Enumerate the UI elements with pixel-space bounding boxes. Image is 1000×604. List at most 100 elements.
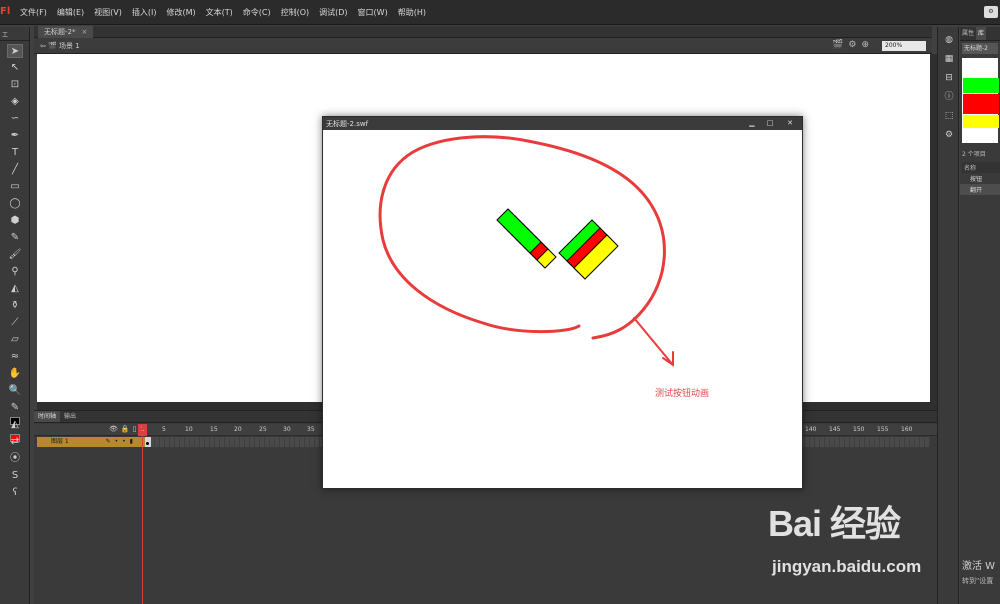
library-column-name[interactable]: 名称 [962,162,1000,173]
toolbox: 工 ➤ ↖ ⊡ ◈ ∽ ✒ T ╱ ▭ ◯ ⬢ ✎ 🖌 ⚲ ◭ ⚱ ⟋ ▱ ≈ … [0,27,30,604]
3d-rotation-tool-icon[interactable]: ◈ [7,95,23,109]
swf-canvas [378,135,674,367]
activation-notice: 激活 W [962,561,996,572]
layer-row[interactable]: 图层 1 ✎••▮ [37,437,145,447]
document-tab[interactable]: 无标题-2* × [38,26,94,38]
menu-file[interactable]: 文件(F) [20,7,47,18]
vertical-scrollbar[interactable] [930,54,937,410]
bone-tool-icon[interactable]: ⚲ [7,265,23,279]
library-document-select[interactable]: 无标题-2 [962,43,998,54]
pen-tool-icon[interactable]: ✒ [7,129,23,143]
baidu-watermark: Bai 经验 jingyan.baidu.com [768,495,948,595]
workspace-switch-icon[interactable]: ⚙ [984,6,998,18]
activation-hint: 转到"设置 [962,577,994,585]
menu-window[interactable]: 窗口(W) [358,7,388,18]
document-tab-label: 无标题-2* [44,28,76,36]
ink-bottle-tool-icon[interactable]: ⚱ [7,299,23,313]
width-tool-icon[interactable]: ≈ [7,350,23,364]
frame-number: 5 [162,426,166,433]
swf-title-bar[interactable]: 无标题-2.swf ▁ □ ✕ [323,117,802,130]
menu-view[interactable]: 视图(V) [94,7,122,18]
left-button-shape[interactable] [496,208,557,269]
flash-logo: Fl [0,6,11,17]
frame-number: 140 [805,426,817,433]
baidu-url: jingyan.baidu.com [772,557,922,576]
center-stage-icon[interactable]: ⊕ [861,40,874,50]
eyedropper-tool-icon[interactable]: ⟋ [7,316,23,330]
document-tabs: 无标题-2* × [34,26,932,38]
free-transform-tool-icon[interactable]: ⊡ [7,78,23,92]
info-panel-icon[interactable]: ⓘ [942,91,956,103]
menu-commands[interactable]: 命令(C) [243,7,271,18]
annotation-label: 测试按钮动画 [655,389,710,399]
preview-yellow-bar [963,115,999,128]
library-panel: 属性 库 无标题-2 2 个项目 名称 按钮 翻开 [960,27,1000,604]
edit-symbol-icon[interactable]: ⚙ [848,40,861,50]
close-icon[interactable]: × [81,28,87,36]
rectangle-tool-icon[interactable]: ▭ [7,180,23,194]
library-tabs: 属性 库 [960,27,1000,41]
maximize-button[interactable]: □ [764,118,776,128]
menu-help[interactable]: 帮助(H) [398,7,426,18]
tab-output[interactable]: 输出 [60,411,80,422]
frame-number: 25 [259,426,267,433]
pencil-tool-icon[interactable]: ✎ [7,231,23,245]
zoom-select[interactable]: 200% [882,41,926,51]
minimize-button[interactable]: ▁ [746,118,758,128]
menu-edit[interactable]: 编辑(E) [57,7,84,18]
polystar-tool-icon[interactable]: ⬢ [7,214,23,228]
lasso-tool-icon[interactable]: ∽ [7,112,23,126]
hand-tool-icon[interactable]: ✋ [7,367,23,381]
menu-text[interactable]: 文本(T) [206,7,233,18]
edit-bar: ⇦ 🎬 场景 1 🎬⚙⊕ 200% [34,38,932,54]
close-button[interactable]: ✕ [784,118,796,128]
stroke-color-icon[interactable]: ✎ [7,401,23,425]
annotation-arrow [633,317,674,367]
transform-panel-icon[interactable]: ⬚ [942,110,956,122]
library-item[interactable]: 按钮 [960,173,1000,184]
snap-magnet-icon[interactable]: ⦿ [7,452,23,466]
frame-number: 160 [901,426,913,433]
subselection-tool-icon[interactable]: ↖ [7,61,23,75]
swf-content [323,130,802,488]
straighten-icon[interactable]: ʕ [7,486,23,500]
menu-bar: Fl 文件(F) 编辑(E) 视图(V) 插入(I) 修改(M) 文本(T) 命… [0,0,1000,25]
library-preview [962,58,999,143]
color-panel-icon[interactable]: ◍ [942,34,956,46]
menu-insert[interactable]: 插入(I) [132,7,157,18]
line-tool-icon[interactable]: ╱ [7,163,23,177]
selection-tool-icon[interactable]: ➤ [7,44,23,58]
edit-bar-icons: 🎬⚙⊕ [832,40,874,50]
text-tool-icon[interactable]: T [7,146,23,160]
library-item[interactable]: 翻开 [960,184,1000,195]
oval-tool-icon[interactable]: ◯ [7,197,23,211]
frame-number: 155 [877,426,889,433]
frame-number: 30 [283,426,291,433]
scene-label: 场景 1 [59,42,80,50]
align-panel-icon[interactable]: ⊟ [942,72,956,84]
tab-library[interactable]: 库 [976,27,987,40]
menu-control[interactable]: 控制(O) [281,7,310,18]
brush-tool-icon[interactable]: 🖌 [7,248,23,262]
menu-debug[interactable]: 调试(D) [319,7,347,18]
tab-properties[interactable]: 属性 [960,27,976,40]
eraser-tool-icon[interactable]: ▱ [7,333,23,347]
tab-timeline[interactable]: 时间轴 [34,411,61,422]
layer-status-icons: ✎••▮ [105,438,137,445]
layer-visibility-icons: 👁🔒▯ [109,425,139,433]
menu-modify[interactable]: 修改(M) [166,7,195,18]
keyframe[interactable] [145,437,151,447]
eye-icon[interactable]: 👁 [109,425,121,433]
edit-scene-icon[interactable]: 🎬 [832,40,848,50]
toolbox-header: 工 [0,27,29,41]
right-button-shape[interactable] [558,219,619,280]
lock-icon[interactable]: 🔒 [121,425,133,433]
preview-red-bar [963,94,999,114]
frame-number: 145 [829,426,841,433]
swatches-panel-icon[interactable]: ▦ [942,53,956,65]
smooth-icon[interactable]: S [7,469,23,483]
components-panel-icon[interactable]: ⚙ [942,129,956,141]
paint-bucket-tool-icon[interactable]: ◭ [7,282,23,296]
zoom-tool-icon[interactable]: 🔍 [7,384,23,398]
breadcrumb[interactable]: ⇦ 🎬 场景 1 [40,41,80,51]
